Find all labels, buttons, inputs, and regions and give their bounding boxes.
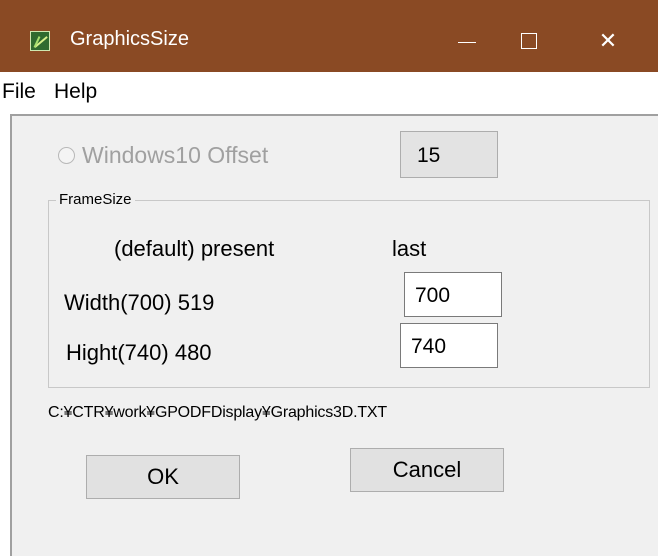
file-path: C:¥CTR¥work¥GPODFDisplay¥Graphics3D.TXT xyxy=(48,404,387,421)
cancel-button[interactable]: Cancel xyxy=(350,448,504,492)
menu-help[interactable]: Help xyxy=(54,80,97,104)
maximize-icon xyxy=(521,33,537,49)
minimize-icon xyxy=(458,42,476,43)
header-default-present: (default) present xyxy=(114,236,275,261)
height-input[interactable]: 740 xyxy=(400,323,498,368)
menu-bar: File Help xyxy=(0,72,658,110)
minimize-button[interactable] xyxy=(436,16,496,66)
maximize-button[interactable] xyxy=(500,16,560,66)
menu-file[interactable]: File xyxy=(2,80,36,104)
windows10-offset-radio[interactable] xyxy=(58,147,75,164)
width-label: Width(700) 519 xyxy=(64,290,215,315)
close-icon: ✕ xyxy=(598,28,618,53)
window-title: GraphicsSize xyxy=(70,28,189,50)
client-border-left xyxy=(10,114,12,556)
close-button[interactable]: ✕ xyxy=(578,16,638,66)
ok-button[interactable]: OK xyxy=(86,455,240,499)
height-label: Hight(740) 480 xyxy=(66,340,212,365)
header-last: last xyxy=(392,236,427,261)
width-input[interactable]: 700 xyxy=(404,272,502,317)
windows10-offset-label: Windows10 Offset xyxy=(82,142,269,168)
dialog-body: Windows10 Offset 15 FrameSize (default) … xyxy=(8,112,658,556)
client-border-top xyxy=(10,114,658,116)
title-bar: GraphicsSize ✕ xyxy=(0,0,658,72)
framesize-legend: FrameSize xyxy=(56,191,135,208)
offset-input[interactable]: 15 xyxy=(400,131,498,178)
app-icon xyxy=(30,31,50,51)
